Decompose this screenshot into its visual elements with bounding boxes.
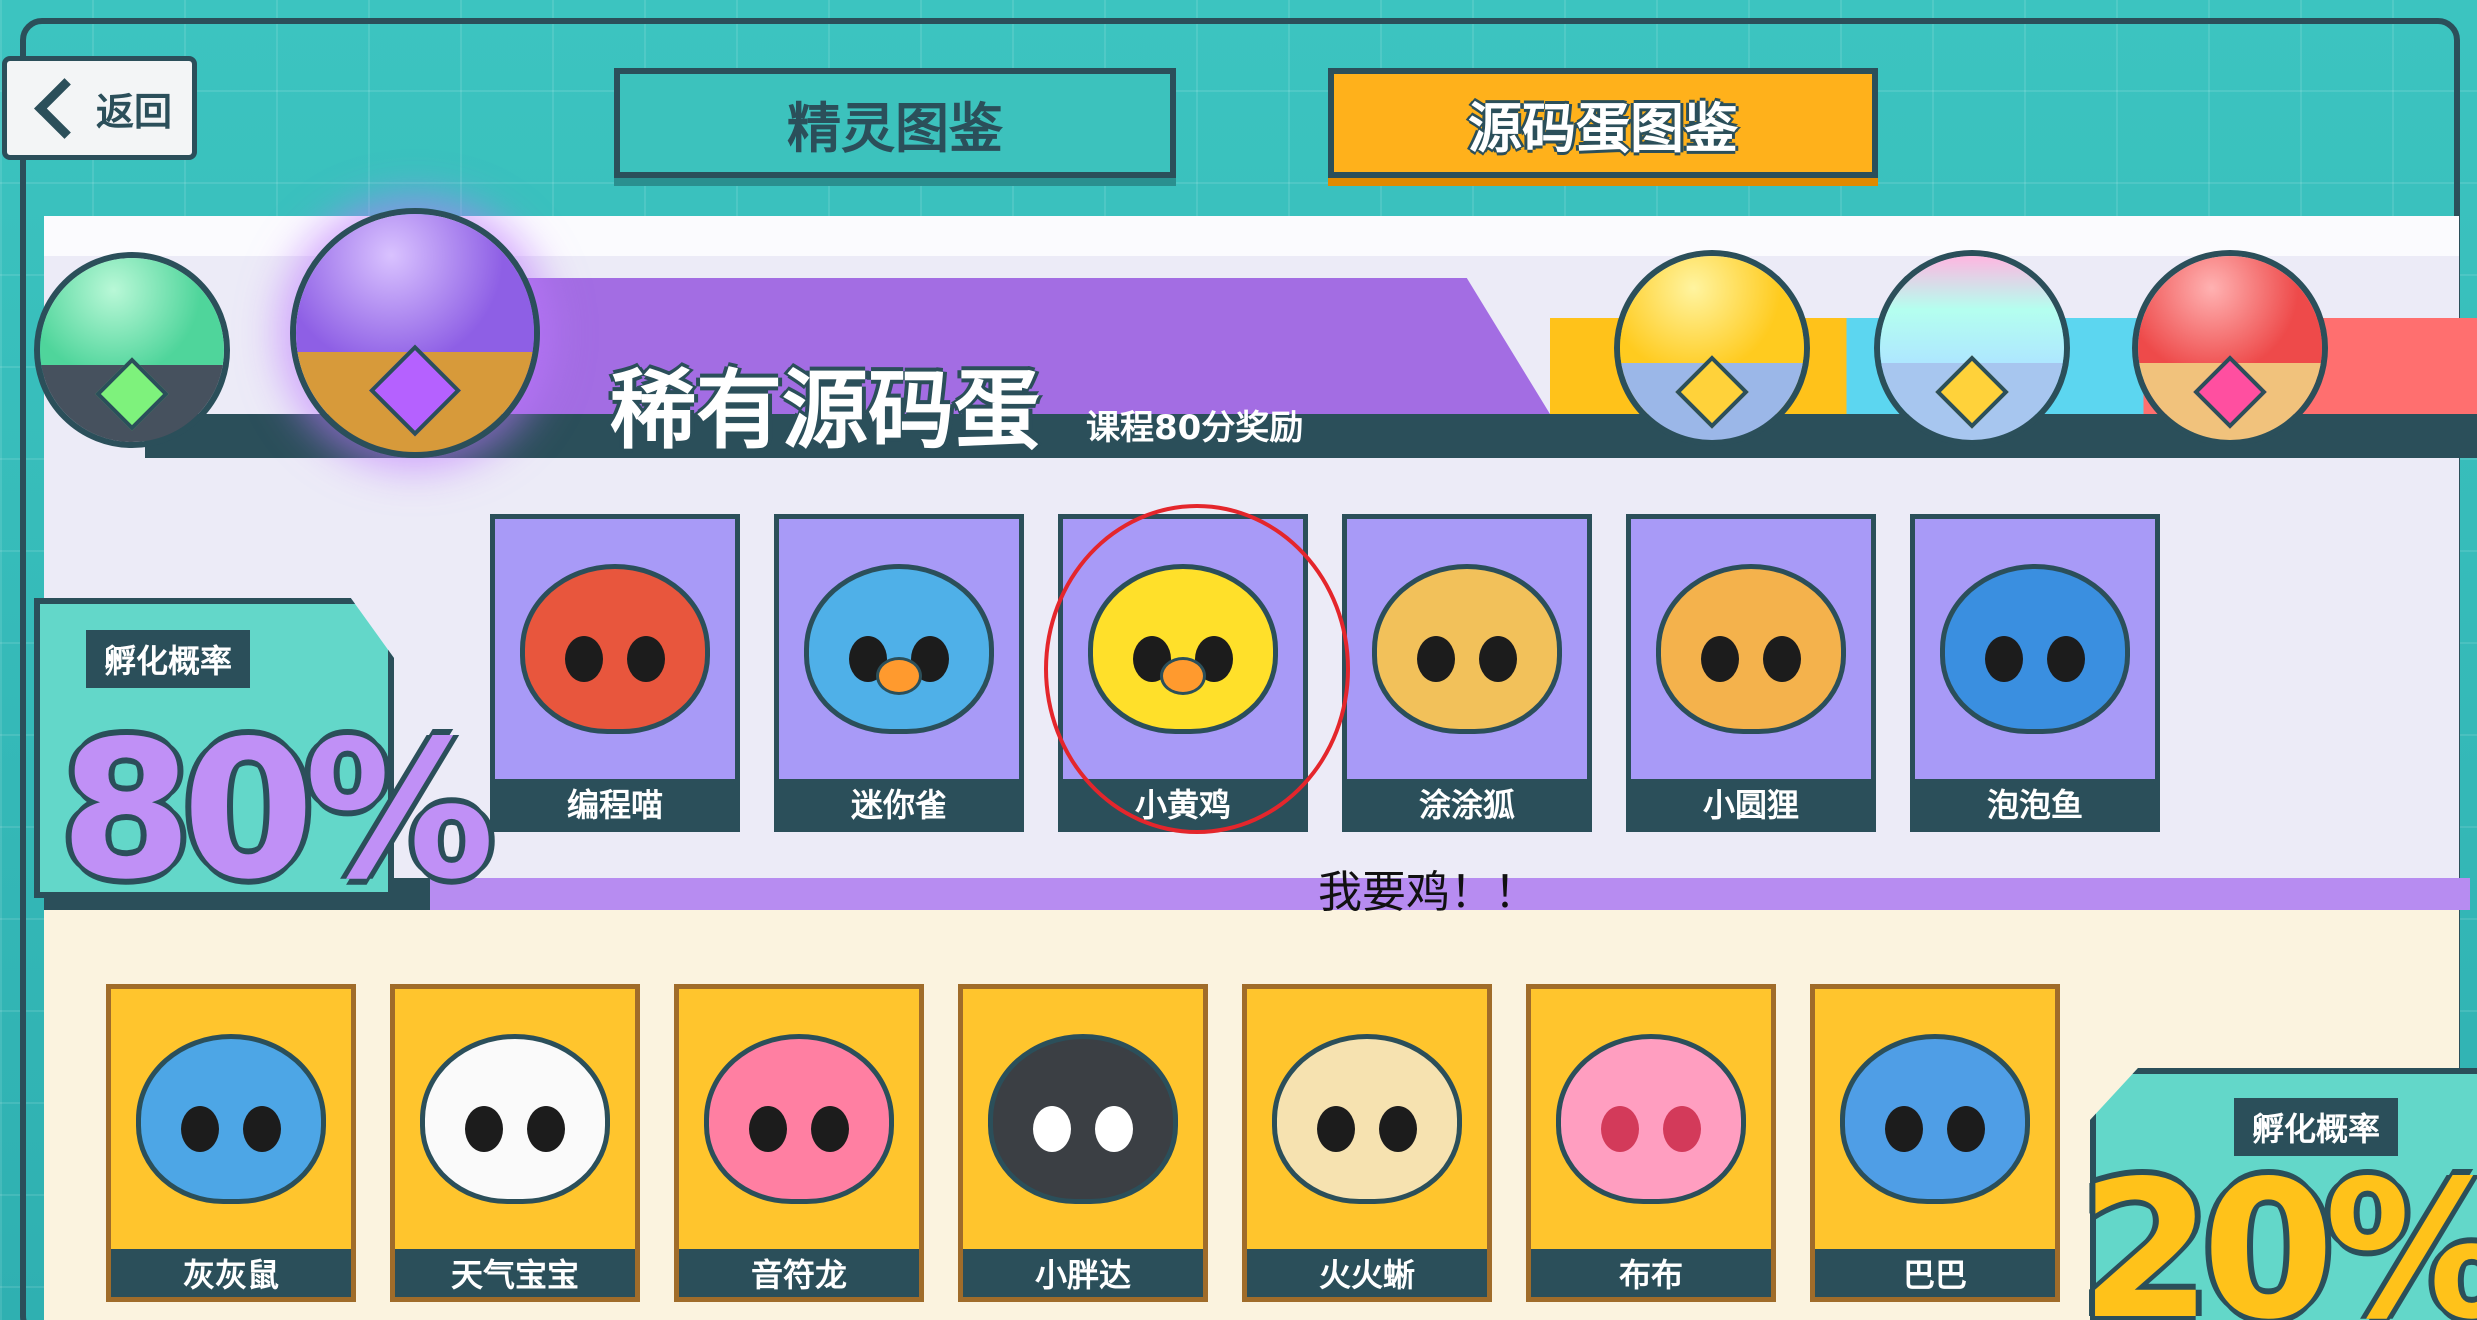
creature-card[interactable]: 小胖达 <box>958 984 1208 1302</box>
creature-baba-icon <box>1840 1034 2030 1204</box>
creature-card[interactable]: 涂涂狐 <box>1342 514 1592 832</box>
creature-name: 天气宝宝 <box>395 1249 635 1297</box>
egg-green-icon[interactable] <box>34 252 230 448</box>
creature-raccoon-icon <box>1656 564 1846 734</box>
creature-card[interactable]: 布布 <box>1526 984 1776 1302</box>
creature-name: 迷你雀 <box>779 779 1019 827</box>
creature-name: 火火蜥 <box>1247 1249 1487 1297</box>
creature-name: 巴巴 <box>1815 1249 2055 1297</box>
creature-card[interactable]: 音符龙 <box>674 984 924 1302</box>
tab-sprite-collection[interactable]: 精灵图鉴 <box>614 68 1176 178</box>
egg-red-icon[interactable] <box>2132 250 2328 446</box>
hatch-rate-label-left: 孵化概率 <box>86 630 251 688</box>
hatch-rate-value-left: 80% <box>60 700 495 921</box>
back-arrow-icon <box>34 77 95 139</box>
hatch-rate-value-right: 20% <box>2080 1140 2477 1320</box>
egg-subtitle: 课程80分奖励 <box>1086 408 1304 448</box>
creature-name: 小圆狸 <box>1631 779 1871 827</box>
game-screen: 返回 精灵图鉴 源码蛋图鉴 稀有源码蛋 课程80分奖励 孵化概率 80% 编程喵… <box>0 0 2477 1320</box>
creature-mouse-icon <box>136 1034 326 1204</box>
creature-fish-icon <box>1940 564 2130 734</box>
back-button[interactable]: 返回 <box>2 56 197 160</box>
creature-name: 涂涂狐 <box>1347 779 1587 827</box>
creature-card[interactable]: 泡泡鱼 <box>1910 514 2160 832</box>
creature-name: 泡泡鱼 <box>1915 779 2155 827</box>
creature-card[interactable]: 天气宝宝 <box>390 984 640 1302</box>
creature-card[interactable]: 迷你雀 <box>774 514 1024 832</box>
creature-card[interactable]: 巴巴 <box>1810 984 2060 1302</box>
egg-rainbow-icon[interactable] <box>1874 250 2070 446</box>
creature-card[interactable]: 小圆狸 <box>1626 514 1876 832</box>
egg-rare-purple-icon[interactable] <box>290 208 540 458</box>
back-label: 返回 <box>95 89 172 134</box>
creature-card[interactable]: 灰灰鼠 <box>106 984 356 1302</box>
creature-name: 小胖达 <box>963 1249 1203 1297</box>
creature-name: 音符龙 <box>679 1249 919 1297</box>
creature-lizard-icon <box>1272 1034 1462 1204</box>
creature-bubu-icon <box>1556 1034 1746 1204</box>
creature-card[interactable]: 火火蜥 <box>1242 984 1492 1302</box>
creature-cat-icon <box>520 564 710 734</box>
creature-bird-icon <box>804 564 994 734</box>
egg-gold-icon[interactable] <box>1614 250 1810 446</box>
creature-name: 灰灰鼠 <box>111 1249 351 1297</box>
creature-fox-icon <box>1372 564 1562 734</box>
creature-note-dragon-icon <box>704 1034 894 1204</box>
creature-card[interactable]: 编程喵 <box>490 514 740 832</box>
creature-panda-icon <box>988 1034 1178 1204</box>
annotation-text: 我要鸡！！ <box>1318 867 1538 918</box>
creature-name: 布布 <box>1531 1249 1771 1297</box>
creature-weather-icon <box>420 1034 610 1204</box>
annotation-circle <box>1044 504 1350 834</box>
creature-name: 编程喵 <box>495 779 735 827</box>
egg-title: 稀有源码蛋 <box>610 361 1040 461</box>
tab-source-egg-collection[interactable]: 源码蛋图鉴 <box>1328 68 1878 178</box>
